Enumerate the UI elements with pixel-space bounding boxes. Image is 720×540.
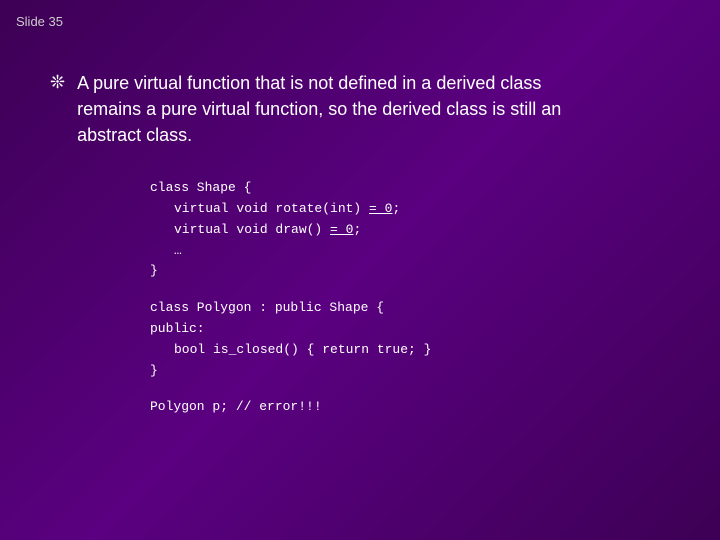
code-line-ellipsis: … xyxy=(150,241,570,262)
content-area: ❊ A pure virtual function that is not de… xyxy=(30,70,690,418)
code-line-draw: virtual void draw() = 0; xyxy=(150,220,570,241)
slide-container: Slide 35 ❊ A pure virtual function that … xyxy=(0,0,720,540)
code-line-shape-close: } xyxy=(150,261,570,282)
bullet-row: ❊ A pure virtual function that is not de… xyxy=(50,70,670,148)
slide-label: Slide 35 xyxy=(16,14,63,29)
code-line-class-shape: class Shape { xyxy=(150,178,570,199)
code-line-polygon-close: } xyxy=(150,361,570,382)
bullet-text: A pure virtual function that is not defi… xyxy=(77,70,561,148)
code-section-shape: class Shape { virtual void rotate(int) =… xyxy=(150,178,570,282)
code-line-rotate: virtual void rotate(int) = 0; xyxy=(150,199,570,220)
bullet-symbol: ❊ xyxy=(50,72,65,93)
code-line-public: public: xyxy=(150,319,570,340)
code-section-polygon: class Polygon : public Shape { public: b… xyxy=(150,298,570,381)
code-line-polygon-error: Polygon p; // error!!! xyxy=(150,397,570,418)
code-block: class Shape { virtual void rotate(int) =… xyxy=(150,178,570,418)
code-line-polygon-open: class Polygon : public Shape { xyxy=(150,298,570,319)
code-section-error: Polygon p; // error!!! xyxy=(150,397,570,418)
code-line-is-closed: bool is_closed() { return true; } xyxy=(150,340,570,361)
